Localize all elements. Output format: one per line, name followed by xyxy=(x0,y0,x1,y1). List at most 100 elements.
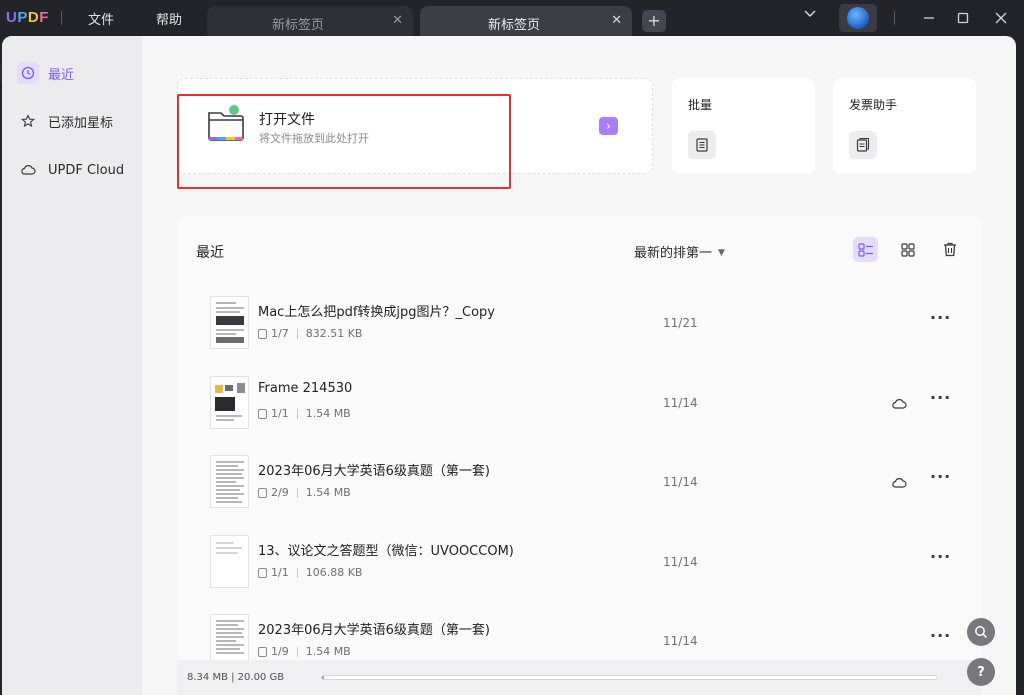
meta-divider xyxy=(296,328,298,339)
help-button[interactable]: ? xyxy=(967,658,995,686)
file-name: 13、议论文之答题型（微信：UVOOCCOM) xyxy=(258,544,514,559)
page-icon xyxy=(258,487,267,498)
file-pages: 1/1 xyxy=(271,407,289,420)
sort-dropdown[interactable]: 最新的排第一 ▼ xyxy=(634,242,725,261)
open-file-arrow-button[interactable]: › xyxy=(599,117,618,135)
batch-icon xyxy=(688,131,716,159)
cloud-icon xyxy=(17,159,39,181)
file-size: 1.54 MB xyxy=(305,645,351,658)
logo-letter-f: F xyxy=(39,9,49,26)
trash-icon xyxy=(943,242,956,257)
tab-2-active[interactable]: 新标签页 ✕ xyxy=(420,6,632,36)
sidebar-item-label: 已添加星标 xyxy=(48,115,114,131)
file-meta: 1/1 106.88 KB xyxy=(258,566,362,579)
more-options-icon[interactable]: ··· xyxy=(930,308,951,327)
highlight-box xyxy=(177,94,511,189)
file-thumbnail xyxy=(210,455,249,508)
caret-down-icon: ▼ xyxy=(718,248,725,258)
batch-title: 批量 xyxy=(688,98,713,112)
file-meta: 1/7 832.51 KB xyxy=(258,327,362,340)
sidebar-item-recent[interactable]: 最近 xyxy=(17,60,74,86)
meta-divider xyxy=(296,567,298,578)
file-row[interactable]: 13、议论文之答题型（微信：UVOOCCOM) 1/1 106.88 KB 11… xyxy=(178,525,981,605)
sidebar-item-starred[interactable]: 已添加星标 xyxy=(17,108,113,134)
new-tab-button[interactable]: + xyxy=(642,10,666,32)
file-thumbnail xyxy=(210,376,249,429)
more-options-icon[interactable]: ··· xyxy=(930,626,951,645)
cloud-upload-icon[interactable] xyxy=(891,396,907,415)
more-options-icon[interactable]: ··· xyxy=(930,547,951,566)
file-name: 2023年06月大学英语6级真题（第一套) xyxy=(258,623,490,638)
logo-letter-d: D xyxy=(27,9,40,26)
title-separator xyxy=(61,11,62,25)
avatar[interactable] xyxy=(839,4,877,32)
file-row[interactable]: Frame 214530 1/1 1.54 MB 11/14 ··· xyxy=(178,366,981,446)
chevron-down-icon[interactable] xyxy=(803,6,817,24)
search-button[interactable] xyxy=(967,618,995,646)
list-view-button[interactable] xyxy=(853,237,878,262)
sidebar-item-updf-cloud[interactable]: UPDF Cloud xyxy=(17,157,124,183)
file-name: Frame 214530 xyxy=(258,381,353,396)
sidebar-item-label: 最近 xyxy=(48,67,75,83)
file-pages: 2/9 xyxy=(271,486,289,499)
batch-card[interactable]: 批量 xyxy=(672,78,815,174)
meta-divider xyxy=(296,487,298,498)
more-options-icon[interactable]: ··· xyxy=(930,388,951,407)
file-row[interactable]: 2023年06月大学英语6级真题（第一套) 2/9 1.54 MB 11/14 … xyxy=(178,445,981,525)
sidebar: 最近 已添加星标 UPDF Cloud xyxy=(2,36,142,695)
page-icon xyxy=(258,328,267,339)
file-name: 2023年06月大学英语6级真题（第一套) xyxy=(258,464,490,479)
file-meta: 1/9 1.54 MB xyxy=(258,645,351,658)
clock-icon xyxy=(17,62,39,84)
file-name: Mac上怎么把pdf转换成jpg图片？_Copy xyxy=(258,305,496,320)
sidebar-item-label: UPDF Cloud xyxy=(48,162,125,178)
file-date: 11/14 xyxy=(663,634,698,648)
logo-letter-p: P xyxy=(17,9,28,26)
meta-divider xyxy=(296,408,298,419)
file-thumbnail xyxy=(210,535,249,588)
file-thumbnail xyxy=(210,296,249,349)
star-icon xyxy=(17,110,39,132)
file-pages: 1/9 xyxy=(271,645,289,658)
file-size: 1.54 MB xyxy=(305,486,351,499)
tab-close-icon[interactable]: ✕ xyxy=(392,13,403,28)
file-date: 11/14 xyxy=(663,475,698,489)
grid-view-button[interactable] xyxy=(895,237,920,262)
trash-button[interactable] xyxy=(937,237,962,262)
grid-view-icon xyxy=(900,242,915,257)
page-icon xyxy=(258,408,267,419)
invoice-icon xyxy=(849,131,877,159)
minimize-icon[interactable] xyxy=(923,10,935,28)
file-pages: 1/1 xyxy=(271,566,289,579)
invoice-title: 发票助手 xyxy=(849,98,898,112)
logo-letter-u: U xyxy=(6,9,18,26)
file-size: 832.51 KB xyxy=(305,327,363,340)
list-view-icon xyxy=(857,242,873,257)
page-icon xyxy=(258,646,267,657)
title-bar: UPDF 文件 帮助 新标签页 ✕ 新标签页 ✕ + xyxy=(0,0,1024,36)
page-icon xyxy=(258,567,267,578)
storage-usage-text: 8.34 MB | 20.00 GB xyxy=(187,672,285,683)
file-date: 11/14 xyxy=(663,396,698,410)
tab-close-icon[interactable]: ✕ xyxy=(611,13,622,28)
menu-file[interactable]: 文件 xyxy=(88,9,114,28)
close-icon[interactable] xyxy=(995,10,1007,28)
file-size: 106.88 KB xyxy=(305,566,363,579)
file-size: 1.54 MB xyxy=(305,407,351,420)
menu-help[interactable]: 帮助 xyxy=(156,9,182,28)
invoice-assistant-card[interactable]: 发票助手 xyxy=(833,78,976,174)
maximize-icon[interactable] xyxy=(957,10,969,28)
updf-logo[interactable]: UPDF xyxy=(6,9,49,26)
sort-label: 最新的排第一 xyxy=(634,246,713,261)
recent-files-panel: 最近 最新的排第一 ▼ Mac上怎么把pdf转换成jpg图片？_Copy 1/7… xyxy=(178,216,981,695)
storage-progress-bar xyxy=(321,675,937,680)
avatar-image xyxy=(847,7,869,29)
tab-1[interactable]: 新标签页 ✕ xyxy=(207,6,413,36)
file-date: 11/21 xyxy=(663,316,698,330)
more-options-icon[interactable]: ··· xyxy=(930,467,951,486)
title-separator xyxy=(894,11,895,25)
cloud-upload-icon[interactable] xyxy=(891,475,907,494)
file-row[interactable]: Mac上怎么把pdf转换成jpg图片？_Copy 1/7 832.51 KB 1… xyxy=(178,286,981,366)
recent-title: 最近 xyxy=(196,245,224,261)
storage-footer: 8.34 MB | 20.00 GB xyxy=(177,660,981,695)
